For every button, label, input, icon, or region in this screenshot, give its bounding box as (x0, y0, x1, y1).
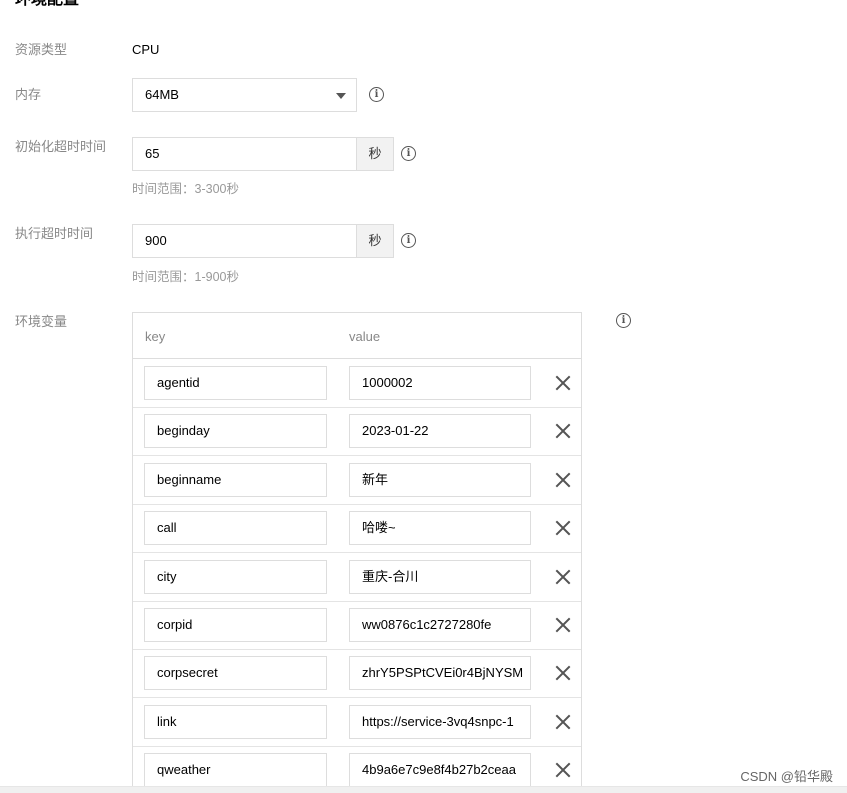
section-title: 环境配置 (15, 0, 79, 10)
resource-type-label: 资源类型 (15, 42, 68, 57)
resource-type-value: CPU (132, 42, 160, 57)
env-key-input[interactable]: corpsecret (144, 656, 327, 691)
exec-timeout-unit: 秒 (356, 225, 393, 257)
table-row: corpsecret zhrY5PSPtCVEi0r4BjNYSM (133, 649, 581, 699)
close-icon[interactable] (555, 520, 571, 536)
init-timeout-input[interactable]: 65 秒 (132, 137, 394, 171)
value-column-header: value (349, 329, 381, 344)
close-icon[interactable] (555, 762, 571, 778)
close-icon[interactable] (555, 375, 571, 391)
env-value-input[interactable]: 4b9a6e7c9e8f4b27b2ceaa (349, 753, 531, 788)
env-value-input[interactable]: https://service-3vq4snpc-1 (349, 704, 531, 739)
close-icon[interactable] (555, 472, 571, 488)
init-timeout-hint: 时间范围：3-300秒 (132, 182, 239, 196)
exec-timeout-label: 执行超时时间 (15, 226, 94, 241)
table-row: city 重庆-合川 (133, 553, 581, 602)
memory-label: 内存 (15, 87, 42, 102)
chevron-down-icon (336, 93, 346, 99)
env-value-input[interactable]: 1000002 (349, 366, 531, 400)
close-icon[interactable] (555, 569, 571, 585)
key-column-header: key (145, 329, 166, 344)
env-value-input[interactable]: 重庆-合川 (349, 559, 531, 594)
env-key-input[interactable]: link (144, 704, 327, 739)
info-circle-icon[interactable]: i (401, 146, 416, 161)
close-icon[interactable] (555, 617, 571, 633)
table-row: beginname 新年 (133, 456, 581, 505)
close-icon[interactable] (555, 423, 571, 439)
env-value-input[interactable]: 哈喽~ (349, 511, 531, 546)
exec-timeout-value: 900 (145, 233, 167, 248)
table-row: call 哈喽~ (133, 504, 581, 554)
table-row: agentid 1000002 (133, 359, 581, 408)
env-value-input[interactable]: 2023-01-22 (349, 414, 531, 449)
env-vars-header: key value (133, 313, 581, 359)
env-value-input[interactable]: ww0876c1c2727280fe (349, 608, 531, 642)
env-value-input[interactable]: 新年 (349, 462, 531, 497)
exec-timeout-input[interactable]: 900 秒 (132, 224, 394, 258)
close-icon[interactable] (555, 714, 571, 730)
table-row: beginday 2023-01-22 (133, 407, 581, 457)
info-circle-icon[interactable]: i (616, 313, 631, 328)
table-row: corpid ww0876c1c2727280fe (133, 601, 581, 650)
init-timeout-label: 初始化超时时间 (15, 139, 107, 154)
env-key-input[interactable]: agentid (144, 366, 327, 400)
env-vars-label: 环境变量 (15, 314, 68, 329)
env-key-input[interactable]: corpid (144, 608, 327, 642)
init-timeout-value: 65 (145, 146, 160, 161)
close-icon[interactable] (555, 665, 571, 681)
info-circle-icon[interactable]: i (401, 233, 416, 248)
memory-select-value: 64MB (145, 87, 179, 102)
env-key-input[interactable]: city (144, 559, 327, 594)
env-key-input[interactable]: qweather (144, 753, 327, 788)
init-timeout-unit: 秒 (356, 138, 393, 170)
env-value-input[interactable]: zhrY5PSPtCVEi0r4BjNYSM (349, 656, 531, 691)
info-circle-icon[interactable]: i (369, 87, 384, 102)
watermark: CSDN @铅华殿 (740, 769, 833, 784)
env-vars-table: key value agentid 1000002 beginday 2023-01-… (132, 312, 582, 792)
exec-timeout-hint: 时间范围：1-900秒 (132, 270, 239, 284)
env-key-input[interactable]: beginday (144, 414, 327, 449)
memory-select[interactable]: 64MB (132, 78, 357, 112)
table-row: link https://service-3vq4snpc-1 (133, 698, 581, 747)
env-key-input[interactable]: beginname (144, 462, 327, 497)
env-key-input[interactable]: call (144, 511, 327, 546)
